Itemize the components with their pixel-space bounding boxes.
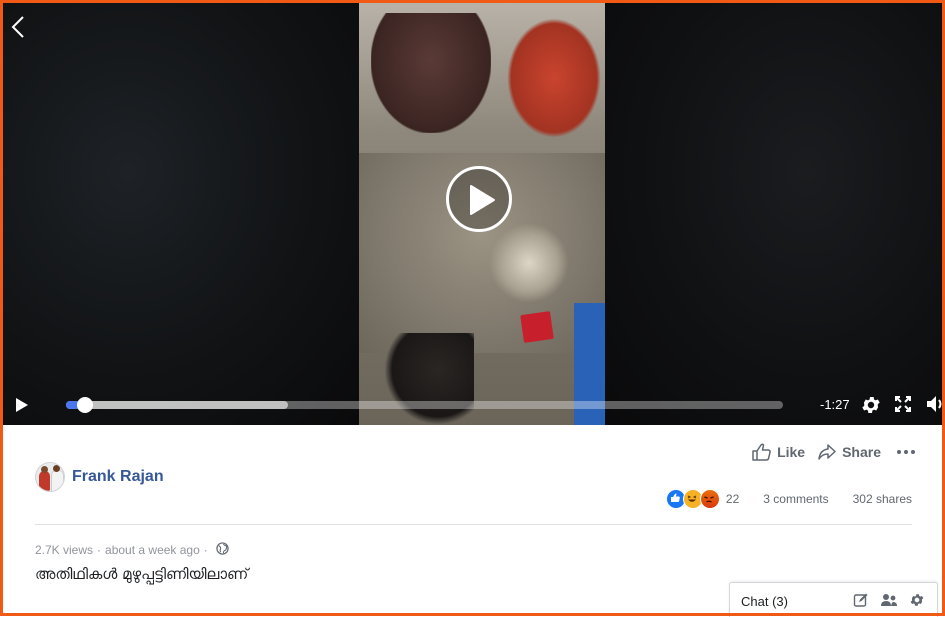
chat-settings-gear-icon[interactable] [909, 592, 925, 613]
like-button[interactable]: Like [752, 443, 805, 461]
view-count: 2.7K views [35, 543, 94, 557]
thumbs-up-icon [752, 443, 771, 461]
volume-icon[interactable] [926, 395, 942, 418]
new-message-icon[interactable] [853, 592, 869, 613]
meta-separator: · [203, 543, 208, 557]
globe-icon[interactable] [216, 542, 229, 558]
chat-label[interactable]: Chat (3) [741, 594, 788, 609]
meta-separator: · [97, 543, 102, 557]
author-name-link[interactable]: Frank Rajan [72, 468, 164, 486]
video-blur-left [3, 3, 359, 425]
settings-gear-icon[interactable] [860, 394, 882, 421]
chat-bar[interactable]: Chat (3) [729, 582, 938, 617]
progress-buffered [66, 401, 289, 409]
post-author: Frank Rajan [35, 462, 164, 492]
post-meta: 2.7K views · about a week ago · [35, 542, 229, 558]
post-details: Like Share Frank Rajan 22 3 comments 302… [0, 425, 945, 617]
post-caption: അതിഥികൾ മുഴുപ്പട്ടിണിയിലാണ് [35, 565, 249, 583]
video-controls: -1:27 [3, 385, 942, 425]
like-label: Like [777, 444, 806, 460]
reactions-summary[interactable] [665, 489, 720, 509]
progress-bar[interactable] [66, 397, 783, 413]
post-stats: 22 3 comments 302 shares [665, 489, 912, 509]
post-timestamp[interactable]: about a week ago [105, 543, 200, 557]
reaction-count[interactable]: 22 [726, 492, 739, 506]
video-blur-right [605, 3, 942, 425]
post-actions: Like Share [740, 443, 915, 461]
shares-link[interactable]: 302 shares [853, 492, 912, 506]
progress-scrubber-handle[interactable] [77, 397, 94, 413]
video-player[interactable]: -1:27 [3, 3, 942, 425]
share-arrow-icon [818, 444, 836, 460]
share-button[interactable]: Share [817, 443, 881, 461]
comments-link[interactable]: 3 comments [763, 492, 828, 506]
play-icon[interactable] [15, 397, 29, 418]
angry-reaction-icon [699, 489, 720, 509]
back-arrow-icon[interactable] [11, 15, 25, 44]
fullscreen-icon[interactable] [895, 396, 911, 417]
share-label: Share [842, 444, 881, 460]
more-options-icon[interactable] [897, 450, 915, 454]
friends-icon[interactable] [880, 592, 898, 613]
time-remaining: -1:27 [820, 397, 850, 412]
avatar[interactable] [35, 462, 65, 492]
play-overlay-button[interactable] [446, 166, 512, 232]
divider [35, 524, 912, 525]
